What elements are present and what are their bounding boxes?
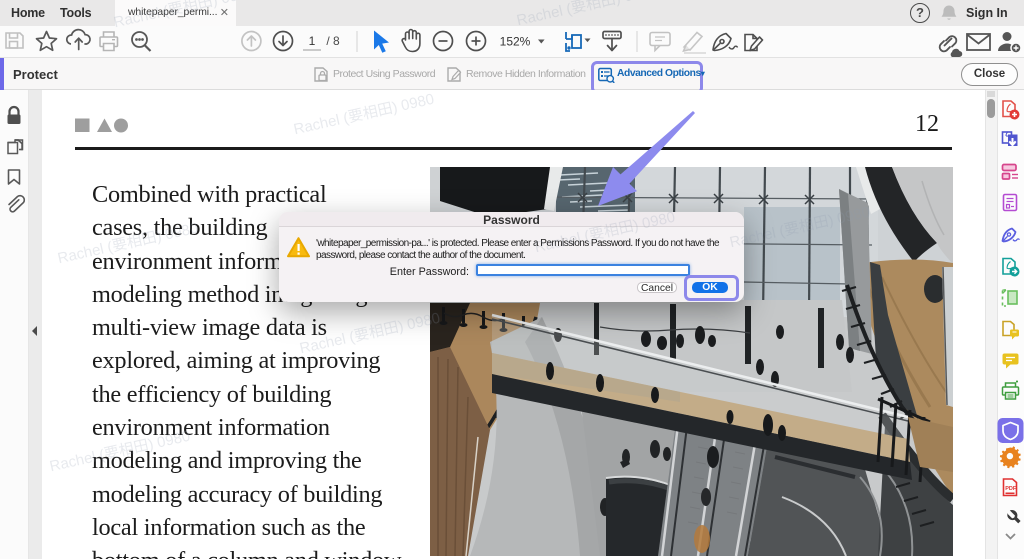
svg-text:152%: 152% — [500, 35, 531, 49]
svg-text:/ 8: / 8 — [326, 34, 340, 48]
svg-text:PDF: PDF — [1005, 486, 1017, 492]
svg-text:1: 1 — [309, 34, 316, 48]
